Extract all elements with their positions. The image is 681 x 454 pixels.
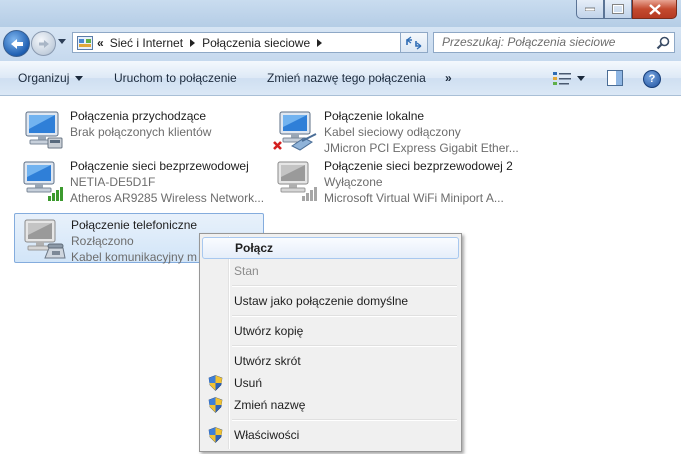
connection-status: Rozłączono	[71, 234, 134, 248]
uac-shield-icon	[208, 427, 223, 443]
menu-item-status[interactable]: Stan	[202, 260, 459, 282]
menu-item-label: Połącz	[235, 241, 274, 255]
menu-item-connect[interactable]: Połącz	[202, 237, 459, 259]
more-commands-button[interactable]: »	[445, 61, 452, 95]
close-button[interactable]	[632, 0, 677, 19]
incoming-connections-icon	[25, 111, 63, 149]
organize-menu[interactable]: Organizuj	[18, 61, 84, 95]
menu-item-label: Ustaw jako połączenie domyślne	[234, 294, 409, 308]
connection-item-wireless[interactable]: Połączenie sieci bezprzewodowej NETIA-DE…	[14, 154, 265, 205]
help-button[interactable]: ?	[643, 70, 661, 88]
menu-item-create-shortcut[interactable]: Utwórz skrót	[202, 350, 459, 372]
address-overflow[interactable]: «	[97, 36, 104, 50]
connection-device: Kabel komunikacyjny m	[71, 250, 198, 264]
window-controls	[576, 0, 677, 19]
address-bar[interactable]: « Sieć i Internet Połączenia sieciowe	[72, 32, 428, 53]
search-icon[interactable]	[656, 36, 670, 50]
minimize-icon	[585, 7, 595, 11]
breadcrumb-separator-icon[interactable]	[190, 38, 196, 47]
view-options	[553, 70, 623, 86]
menu-item-set-default[interactable]: Ustaw jako połączenie domyślne	[202, 290, 459, 312]
maximize-button[interactable]	[604, 0, 632, 19]
minimize-button[interactable]	[576, 0, 604, 19]
dialup-connection-icon	[24, 219, 66, 259]
chevron-down-icon	[75, 76, 84, 82]
connection-status: NETIA-DE5D1F	[70, 175, 156, 189]
connection-status: Brak połączonych klientów	[70, 125, 212, 139]
recent-pages-dropdown[interactable]	[58, 39, 66, 44]
menu-separator	[232, 345, 457, 347]
change-view-icon[interactable]	[553, 71, 571, 85]
connection-item-wireless-2[interactable]: Połączenie sieci bezprzewodowej 2 Wyłącz…	[268, 154, 518, 205]
menu-item-label: Właściwości	[234, 428, 300, 442]
menu-item-label: Usuń	[234, 376, 263, 390]
uac-shield-icon	[208, 375, 223, 391]
connection-status: Wyłączone	[324, 175, 383, 189]
view-dropdown-icon[interactable]	[577, 75, 585, 81]
uac-shield-icon	[208, 397, 223, 413]
lan-disconnected-icon	[273, 111, 317, 151]
connection-device: Atheros AR9285 Wireless Network...	[70, 191, 265, 205]
start-connection-button[interactable]: Uruchom to połączenie	[114, 61, 237, 95]
command-bar: Organizuj Uruchom to połączenie Zmień na…	[0, 61, 681, 96]
search-placeholder: Przeszukaj: Połączenia sieciowe	[442, 35, 616, 49]
menu-item-label: Stan	[234, 264, 259, 278]
breadcrumb-separator-icon[interactable]	[317, 38, 323, 47]
control-panel-icon	[77, 35, 93, 50]
connection-status: Kabel sieciowy odłączony	[324, 125, 461, 139]
maximize-icon	[612, 4, 624, 14]
menu-item-properties[interactable]: Właściwości	[202, 424, 459, 446]
menu-item-label: Utwórz kopię	[234, 324, 304, 338]
connection-name: Połączenie lokalne	[324, 109, 425, 123]
breadcrumb-network-connections[interactable]: Połączenia sieciowe	[202, 36, 310, 50]
preview-pane-icon[interactable]	[607, 70, 623, 86]
back-arrow-icon	[10, 38, 23, 49]
menu-separator	[232, 419, 457, 421]
connection-name: Połączenia przychodzące	[70, 109, 207, 123]
menu-item-create-copy[interactable]: Utwórz kopię	[202, 320, 459, 342]
connection-name: Połączenie sieci bezprzewodowej	[70, 159, 249, 173]
wireless-connected-icon	[23, 161, 63, 201]
menu-separator	[232, 285, 457, 287]
forward-button[interactable]	[31, 31, 56, 56]
menu-item-label: Zmień nazwę	[234, 398, 306, 412]
menu-item-label: Utwórz skrót	[234, 354, 301, 368]
menu-item-delete[interactable]: Usuń	[202, 372, 459, 394]
breadcrumb-network-internet[interactable]: Sieć i Internet	[110, 36, 183, 50]
connection-name: Połączenie telefoniczne	[71, 218, 198, 232]
forward-arrow-icon	[38, 39, 49, 48]
rename-connection-button[interactable]: Zmień nazwę tego połączenia	[267, 61, 426, 95]
connection-name: Połączenie sieci bezprzewodowej 2	[324, 159, 513, 173]
connection-device: Microsoft Virtual WiFi Miniport A...	[324, 191, 504, 205]
refresh-button[interactable]	[400, 32, 428, 53]
menu-separator	[232, 315, 457, 317]
close-icon	[648, 3, 661, 15]
refresh-icon	[406, 36, 422, 49]
menu-item-rename[interactable]: Zmień nazwę	[202, 394, 459, 416]
back-button[interactable]	[3, 30, 30, 57]
connection-item-local[interactable]: Połączenie lokalne Kabel sieciowy odłącz…	[268, 104, 519, 155]
search-input[interactable]: Przeszukaj: Połączenia sieciowe	[433, 32, 675, 53]
title-bar	[0, 0, 681, 27]
wireless-disabled-icon	[277, 161, 317, 201]
connection-item-incoming[interactable]: Połączenia przychodzące Brak połączonych…	[14, 104, 264, 154]
organize-label: Organizuj	[18, 71, 70, 85]
context-menu: Połącz Stan Ustaw jako połączenie domyśl…	[199, 233, 462, 452]
navigation-bar: « Sieć i Internet Połączenia sieciowe Pr…	[0, 27, 681, 61]
